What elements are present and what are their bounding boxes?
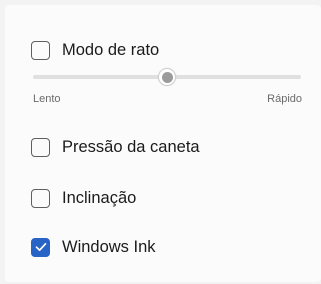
checkbox-label: Windows Ink (62, 237, 156, 256)
mouse-mode-checkbox[interactable]: Modo de rato (31, 38, 159, 62)
checkbox-label: Modo de rato (62, 40, 160, 59)
slider-max-label: Rápido (267, 93, 302, 105)
windows-ink-checkbox[interactable]: Windows Ink (31, 235, 156, 259)
checkbox-box (31, 188, 50, 208)
checkbox-label: Inclinação (62, 188, 137, 207)
checkbox-box (31, 237, 50, 257)
slider-min-label: Lento (33, 93, 61, 105)
checkmark-icon (35, 242, 46, 252)
pen-pressure-checkbox[interactable]: Pressão da caneta (31, 135, 200, 159)
checkbox-box (31, 137, 50, 157)
mouse-speed-slider[interactable] (33, 68, 301, 86)
tilt-checkbox[interactable]: Inclinação (31, 186, 136, 210)
checkbox-label: Pressão da caneta (62, 137, 200, 156)
slider-thumb[interactable] (158, 68, 176, 86)
checkbox-box (31, 40, 50, 60)
